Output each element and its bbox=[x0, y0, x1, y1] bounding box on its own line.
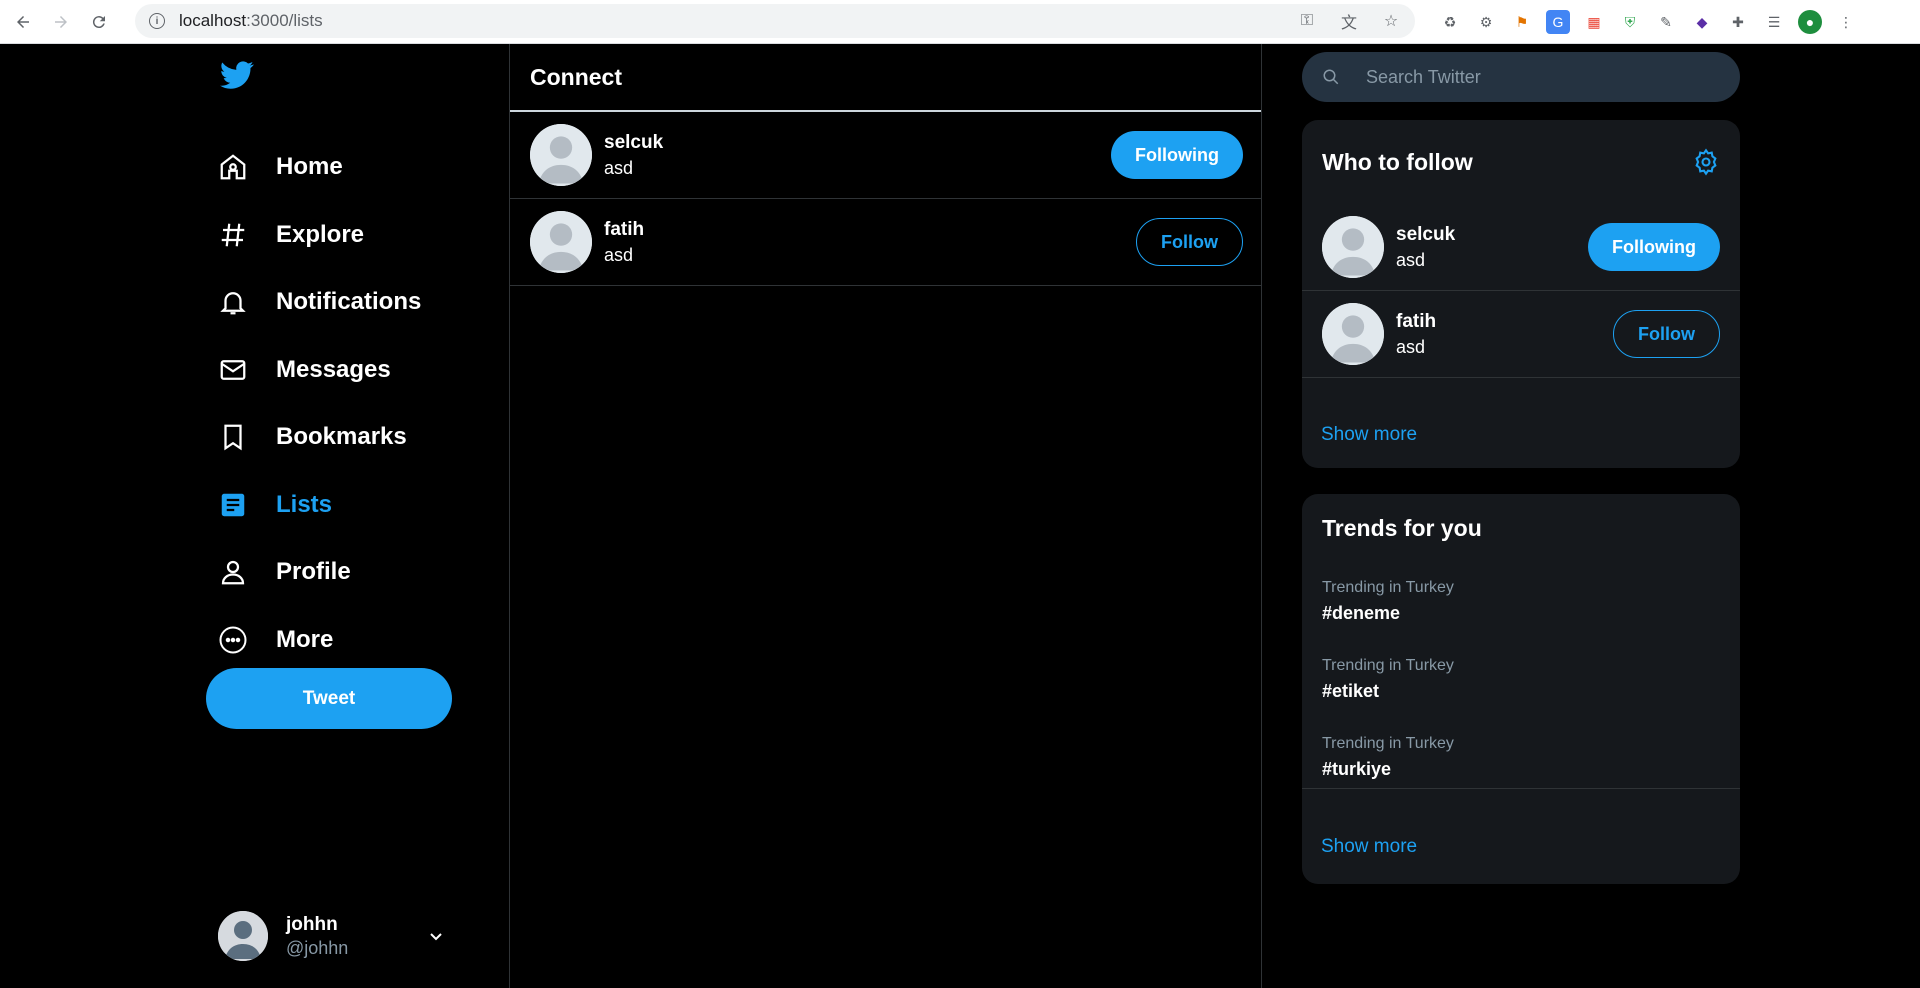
google-translate-extension-icon[interactable]: G bbox=[1546, 10, 1570, 34]
trend-item[interactable]: Trending in Turkey #turkiye bbox=[1302, 718, 1740, 796]
sidebar-item-more[interactable]: More bbox=[216, 620, 333, 660]
shield-extension-icon[interactable]: ⛨ bbox=[1618, 10, 1642, 34]
sidebar-item-label: Profile bbox=[276, 558, 351, 585]
sidebar-item-lists[interactable]: Lists bbox=[216, 485, 332, 525]
home-icon bbox=[216, 150, 250, 184]
following-button[interactable]: Following bbox=[1111, 131, 1243, 179]
forward-icon[interactable] bbox=[46, 7, 76, 37]
avatar bbox=[1322, 216, 1384, 278]
trend-tag: #deneme bbox=[1322, 602, 1401, 623]
sidebar-item-label: Lists bbox=[276, 491, 333, 518]
user-name: fatih bbox=[604, 218, 645, 240]
translate-icon[interactable]: 文 bbox=[1339, 11, 1359, 32]
key-icon[interactable]: ⚿ bbox=[1297, 11, 1317, 31]
account-handle: @johhn bbox=[286, 937, 349, 958]
left-sidebar: Home Explore Notifications Messages Book… bbox=[0, 44, 510, 988]
list-item[interactable]: selcuk asd Following bbox=[510, 112, 1261, 199]
sidebar-item-bookmarks[interactable]: Bookmarks bbox=[216, 417, 407, 457]
sidebar-item-label: More bbox=[276, 626, 334, 653]
extensions-bar: ♻ ⚙ ⚑ G ▦ ⛨ ✎ ◆ ✚ ☰ ● ⋮ bbox=[1438, 10, 1858, 34]
avatar bbox=[530, 211, 592, 273]
recycle-extension-icon[interactable]: ♻ bbox=[1438, 10, 1462, 34]
user-bio: asd bbox=[604, 157, 634, 178]
bookmark-icon bbox=[216, 420, 250, 454]
divider bbox=[1302, 788, 1740, 789]
sidebar-item-label: Bookmarks bbox=[276, 423, 407, 450]
address-bar[interactable]: i localhost:3000/lists ⚿ 文 ☆ bbox=[135, 4, 1415, 38]
eyedropper-extension-icon[interactable]: ✎ bbox=[1654, 10, 1678, 34]
trend-context: Trending in Turkey bbox=[1322, 578, 1454, 596]
gear-extension-icon[interactable]: ⚙ bbox=[1474, 10, 1498, 34]
main-column: Connect selcuk asd Following fatih asd F… bbox=[510, 44, 1262, 988]
sidebar-item-messages[interactable]: Messages bbox=[216, 350, 391, 390]
following-button[interactable]: Following bbox=[1588, 223, 1720, 271]
trend-tag: #turkiye bbox=[1322, 758, 1392, 779]
user-bio: asd bbox=[604, 244, 634, 265]
cube-extension-icon[interactable]: ◆ bbox=[1690, 10, 1714, 34]
twitter-logo-icon[interactable] bbox=[218, 58, 256, 92]
trend-tag: #etiket bbox=[1322, 680, 1380, 701]
search-box[interactable] bbox=[1302, 52, 1740, 102]
follow-button[interactable]: Follow bbox=[1136, 218, 1243, 266]
flag-extension-icon[interactable]: ⚑ bbox=[1510, 10, 1534, 34]
avatar bbox=[530, 124, 592, 186]
sidebar-item-label: Notifications bbox=[276, 288, 422, 315]
star-icon[interactable]: ☆ bbox=[1381, 11, 1401, 31]
trend-item[interactable]: Trending in Turkey #deneme bbox=[1302, 562, 1740, 640]
gear-icon[interactable] bbox=[1692, 148, 1720, 176]
user-bio: asd bbox=[1396, 336, 1426, 357]
bell-icon bbox=[216, 285, 250, 319]
sidebar-item-label: Home bbox=[276, 153, 343, 180]
search-icon bbox=[1323, 69, 1339, 85]
trends-panel: Trends for you Trending in Turkey #denem… bbox=[1302, 494, 1740, 884]
account-switcher[interactable]: johhn @johhn bbox=[218, 908, 448, 964]
trend-item[interactable]: Trending in Turkey #etiket bbox=[1302, 640, 1740, 718]
avatar bbox=[1322, 303, 1384, 365]
page-title: Connect bbox=[530, 63, 622, 90]
sidebar-item-label: Explore bbox=[276, 221, 365, 248]
panel-title: Trends for you bbox=[1322, 514, 1482, 541]
hashtag-icon bbox=[216, 218, 250, 252]
account-name: johhn bbox=[286, 913, 338, 935]
list-icon bbox=[216, 488, 250, 522]
sidebar-item-profile[interactable]: Profile bbox=[216, 552, 351, 592]
chevron-down-icon bbox=[430, 933, 442, 941]
sidebar-item-notifications[interactable]: Notifications bbox=[216, 282, 421, 322]
browser-toolbar: i localhost:3000/lists ⚿ 文 ☆ ♻ ⚙ ⚑ G ▦ ⛨… bbox=[0, 0, 1920, 44]
back-icon[interactable] bbox=[8, 7, 38, 37]
sidebar-item-home[interactable]: Home bbox=[216, 147, 343, 187]
trend-context: Trending in Turkey bbox=[1322, 734, 1454, 752]
reading-list-icon[interactable]: ☰ bbox=[1762, 10, 1786, 34]
who-to-follow-panel: Who to follow selcuk asd Following fatih… bbox=[1302, 120, 1740, 468]
puzzle-extension-icon[interactable]: ✚ bbox=[1726, 10, 1750, 34]
sidebar-item-explore[interactable]: Explore bbox=[216, 215, 364, 255]
show-more-link[interactable]: Show more bbox=[1321, 424, 1417, 446]
list-item[interactable]: fatih asd Follow bbox=[510, 199, 1261, 286]
user-bio: asd bbox=[1396, 249, 1426, 270]
page-header: Connect bbox=[510, 44, 1261, 112]
tweet-button[interactable]: Tweet bbox=[206, 668, 452, 729]
show-more-link[interactable]: Show more bbox=[1321, 836, 1417, 858]
more-icon bbox=[216, 623, 250, 657]
menu-kebab-icon[interactable]: ⋮ bbox=[1834, 10, 1858, 34]
follow-button[interactable]: Follow bbox=[1613, 310, 1720, 358]
url-text: localhost:3000/lists bbox=[179, 11, 323, 30]
user-name: selcuk bbox=[1396, 223, 1456, 245]
user-name: fatih bbox=[1396, 310, 1437, 332]
mail-icon bbox=[216, 353, 250, 387]
list-item[interactable]: selcuk asd Following bbox=[1302, 204, 1740, 291]
user-icon bbox=[216, 555, 250, 589]
calendar-extension-icon[interactable]: ▦ bbox=[1582, 10, 1606, 34]
right-sidebar: Who to follow selcuk asd Following fatih… bbox=[1262, 44, 1920, 988]
avatar bbox=[218, 911, 268, 961]
search-input[interactable] bbox=[1366, 66, 1706, 88]
list-item[interactable]: fatih asd Follow bbox=[1302, 291, 1740, 378]
profile-avatar-icon[interactable]: ● bbox=[1798, 10, 1822, 34]
panel-title: Who to follow bbox=[1322, 148, 1473, 175]
site-info-icon[interactable]: i bbox=[149, 13, 165, 29]
reload-icon[interactable] bbox=[84, 7, 114, 37]
trend-context: Trending in Turkey bbox=[1322, 656, 1454, 674]
user-name: selcuk bbox=[604, 131, 664, 153]
sidebar-item-label: Messages bbox=[276, 356, 391, 383]
